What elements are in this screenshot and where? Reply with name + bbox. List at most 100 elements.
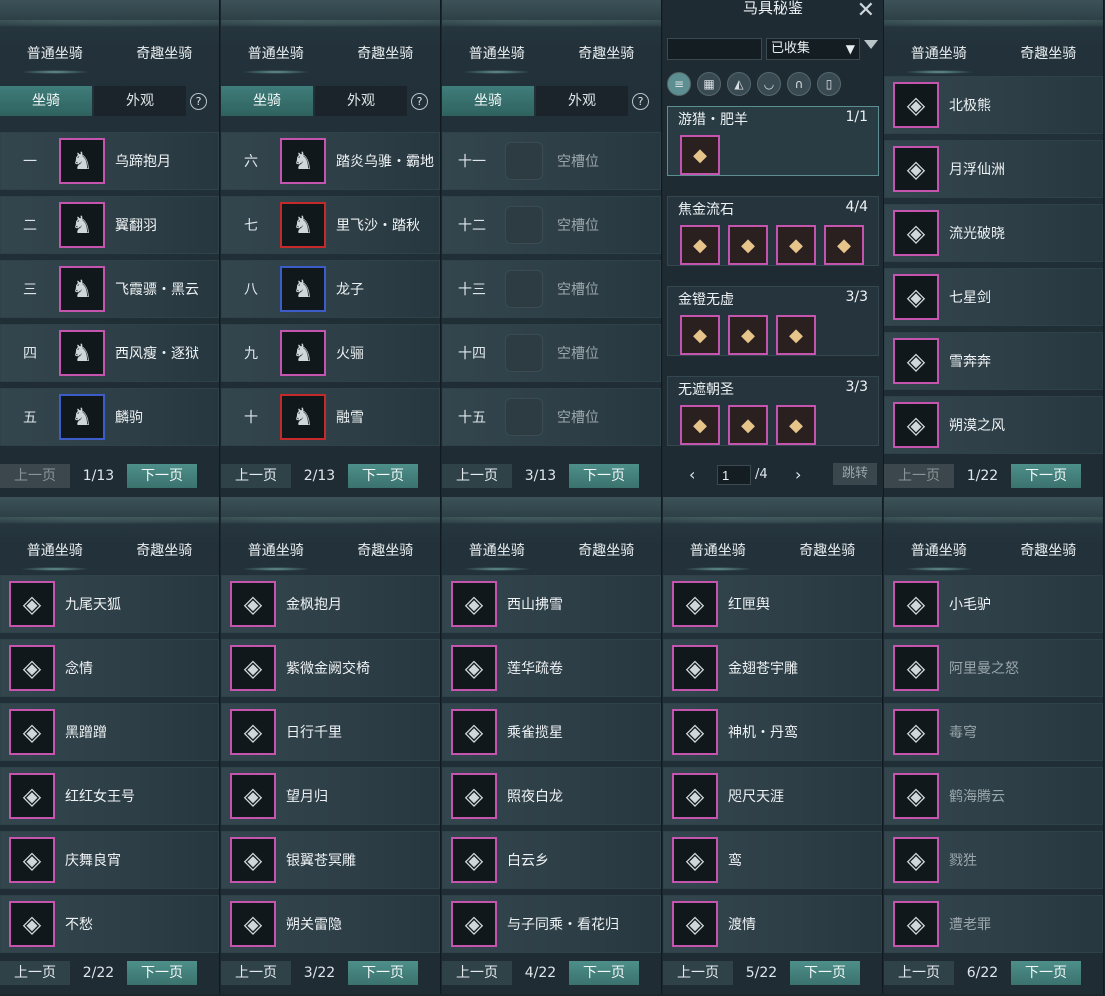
accessory-set-group[interactable]: 金镫无虚 3/3 ◆ ◆ ◆	[667, 286, 879, 356]
tab-fun-mounts[interactable]: 奇趣坐骑	[773, 537, 883, 565]
tab-normal-mounts[interactable]: 普通坐骑	[0, 537, 110, 571]
accessory-icon[interactable]: ◆	[824, 225, 864, 265]
mount-list-item[interactable]: ◈ 遭老罪	[884, 895, 1103, 953]
mount-list-item[interactable]: ◈ 流光破晓	[884, 204, 1103, 262]
horseshoe-icon[interactable]: ∩	[787, 72, 811, 96]
mount-list-item[interactable]: ◈ 阿里曼之怒	[884, 639, 1103, 697]
mount-list-item[interactable]: ◈ 紫微金阙交椅	[221, 639, 440, 697]
search-input[interactable]	[667, 38, 762, 60]
tab-normal-mounts[interactable]: 普通坐骑	[221, 40, 331, 74]
help-icon[interactable]: ?	[411, 92, 428, 110]
tab-normal-mounts[interactable]: 普通坐骑	[884, 537, 994, 571]
mount-list-item[interactable]: ◈ 望月归	[221, 767, 440, 825]
filter-icon[interactable]	[864, 40, 878, 49]
mount-list-item[interactable]: ◈ 银翼苍冥雕	[221, 831, 440, 889]
mount-list-item[interactable]: ◈ 金翅苍宇雕	[663, 639, 882, 697]
accessory-icon[interactable]: ◆	[728, 315, 768, 355]
mount-list-item[interactable]: ◈ 西山拂雪	[442, 575, 661, 633]
tab-fun-mounts[interactable]: 奇趣坐骑	[552, 537, 662, 565]
mount-slot-row[interactable]: 七 ♞ 里飞沙・踏秋	[221, 196, 440, 254]
accessory-icon[interactable]: ◆	[776, 225, 816, 265]
tab-normal-mounts[interactable]: 普通坐骑	[442, 40, 552, 74]
mount-slot-row[interactable]: 九 ♞ 火骊	[221, 324, 440, 382]
mount-slot-row[interactable]: 十一 空槽位	[442, 132, 661, 190]
accessory-icon[interactable]: ◆	[728, 225, 768, 265]
tab-normal-mounts[interactable]: 普通坐骑	[663, 537, 773, 571]
help-icon[interactable]: ?	[190, 92, 207, 110]
tab-fun-mounts[interactable]: 奇趣坐骑	[331, 40, 441, 68]
accessory-set-group[interactable]: 游猎・肥羊 1/1 ◆	[667, 106, 879, 176]
tab-normal-mounts[interactable]: 普通坐骑	[221, 537, 331, 571]
mount-slot-row[interactable]: 五 ♞ 麟驹	[0, 388, 219, 446]
mount-list-item[interactable]: ◈ 戮狌	[884, 831, 1103, 889]
mount-slot-row[interactable]: 六 ♞ 踏炎乌骓・霸地	[221, 132, 440, 190]
next-page-button[interactable]: 下一页	[126, 464, 197, 488]
next-page-button[interactable]: 下一页	[126, 961, 197, 985]
tab-fun-mounts[interactable]: 奇趣坐骑	[331, 537, 441, 565]
mount-slot-row[interactable]: 一 ♞ 乌蹄抱月	[0, 132, 219, 190]
tab-mount[interactable]: 坐骑	[442, 86, 534, 116]
chevron-right-icon[interactable]: ›	[795, 465, 801, 484]
mount-list-item[interactable]: ◈ 小毛驴	[884, 575, 1103, 633]
mount-list-item[interactable]: ◈ 白云乡	[442, 831, 661, 889]
jump-button[interactable]: 跳转	[833, 463, 877, 485]
prev-page-button[interactable]: 上一页	[663, 961, 733, 985]
grid-icon[interactable]: ▦	[697, 72, 721, 96]
mount-list-item[interactable]: ◈ 金枫抱月	[221, 575, 440, 633]
mount-list-item[interactable]: ◈ 照夜白龙	[442, 767, 661, 825]
accessory-set-group[interactable]: 焦金流石 4/4 ◆ ◆ ◆ ◆	[667, 196, 879, 266]
mount-list-item[interactable]: ◈ 不愁	[0, 895, 219, 953]
chevron-left-icon[interactable]: ‹	[689, 465, 695, 484]
next-page-button[interactable]: 下一页	[568, 961, 639, 985]
accessory-set-group[interactable]: 无遮朝圣 3/3 ◆ ◆ ◆	[667, 376, 879, 446]
mount-list-item[interactable]: ◈ 与子同乘・看花归	[442, 895, 661, 953]
tab-fun-mounts[interactable]: 奇趣坐骑	[110, 40, 220, 68]
mount-slot-row[interactable]: 十五 空槽位	[442, 388, 661, 446]
mount-list-item[interactable]: ◈ 红匣舆	[663, 575, 882, 633]
accessory-icon[interactable]: ◆	[680, 225, 720, 265]
help-icon[interactable]: ?	[632, 92, 649, 110]
mount-slot-row[interactable]: 十四 空槽位	[442, 324, 661, 382]
mount-list-item[interactable]: ◈ 乘雀揽星	[442, 703, 661, 761]
tab-mount[interactable]: 坐骑	[221, 86, 313, 116]
mount-list-item[interactable]: ◈ 庆舞良宵	[0, 831, 219, 889]
next-page-button[interactable]: 下一页	[347, 464, 418, 488]
mount-list-item[interactable]: ◈ 念情	[0, 639, 219, 697]
tab-normal-mounts[interactable]: 普通坐骑	[442, 537, 552, 571]
mount-list-item[interactable]: ◈ 毒穹	[884, 703, 1103, 761]
prev-page-button[interactable]: 上一页	[0, 961, 70, 985]
mount-list-item[interactable]: ◈ 九尾天狐	[0, 575, 219, 633]
mount-slot-row[interactable]: 十 ♞ 融雪	[221, 388, 440, 446]
mount-list-item[interactable]: ◈ 红红女王号	[0, 767, 219, 825]
close-icon[interactable]: ✕	[857, 0, 875, 23]
next-page-button[interactable]: 下一页	[568, 464, 639, 488]
mount-slot-row[interactable]: 三 ♞ 飞霞骠・黑云	[0, 260, 219, 318]
next-page-button[interactable]: 下一页	[347, 961, 418, 985]
mount-slot-row[interactable]: 二 ♞ 翼翻羽	[0, 196, 219, 254]
mount-list-item[interactable]: ◈ 黑蹭蹭	[0, 703, 219, 761]
mount-list-item[interactable]: ◈ 莲华疏卷	[442, 639, 661, 697]
tab-fun-mounts[interactable]: 奇趣坐骑	[994, 40, 1104, 68]
bridle-icon[interactable]: ◡	[757, 72, 781, 96]
next-page-button[interactable]: 下一页	[789, 961, 860, 985]
armor-icon[interactable]: ▯	[817, 72, 841, 96]
mount-list-item[interactable]: ◈ 日行千里	[221, 703, 440, 761]
tab-appearance[interactable]: 外观	[94, 86, 186, 116]
tab-mount[interactable]: 坐骑	[0, 86, 92, 116]
mount-list-item[interactable]: ◈ 七星剑	[884, 268, 1103, 326]
accessory-icon[interactable]: ◆	[776, 315, 816, 355]
prev-page-button[interactable]: 上一页	[0, 464, 70, 488]
tab-fun-mounts[interactable]: 奇趣坐骑	[994, 537, 1104, 565]
prev-page-button[interactable]: 上一页	[442, 464, 512, 488]
accessory-icon[interactable]: ◆	[680, 135, 720, 175]
tab-normal-mounts[interactable]: 普通坐骑	[0, 40, 110, 74]
mount-list-item[interactable]: ◈ 渡情	[663, 895, 882, 953]
prev-page-button[interactable]: 上一页	[442, 961, 512, 985]
saddle-icon[interactable]: ◭	[727, 72, 751, 96]
mount-slot-row[interactable]: 四 ♞ 西风瘦・逐狱	[0, 324, 219, 382]
accessory-icon[interactable]: ◆	[680, 405, 720, 445]
mount-slot-row[interactable]: 十三 空槽位	[442, 260, 661, 318]
next-page-button[interactable]: 下一页	[1010, 961, 1081, 985]
prev-page-button[interactable]: 上一页	[221, 961, 291, 985]
tab-fun-mounts[interactable]: 奇趣坐骑	[110, 537, 220, 565]
